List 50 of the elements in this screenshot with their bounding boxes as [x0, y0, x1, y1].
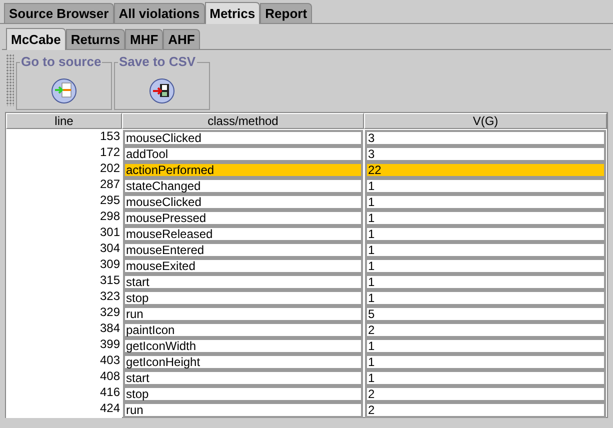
table-cell: 1	[365, 274, 606, 290]
table-cell: 1	[365, 370, 606, 386]
table-cell: addTool	[123, 146, 363, 162]
table-cell: actionPerformed	[123, 162, 363, 178]
table-cell: mouseEntered	[123, 242, 363, 258]
toolbar-grip[interactable]	[6, 54, 14, 106]
table-cell: 1	[365, 210, 606, 226]
floppy-disk-icon	[149, 78, 175, 104]
table-cell: 1	[365, 226, 606, 242]
tab[interactable]: Source Browser	[4, 3, 114, 23]
table-cell: paintIcon	[123, 322, 363, 338]
table-cell: 2	[365, 402, 606, 418]
tab[interactable]: MHF	[124, 29, 164, 49]
table-cell: run	[123, 402, 363, 418]
table-cell: 1	[365, 178, 606, 194]
table-cell: 1	[365, 290, 606, 306]
table-cell: 22	[365, 162, 606, 178]
table-cell: start	[123, 274, 363, 290]
table-cell: mouseClicked	[123, 130, 363, 146]
tab[interactable]: AHF	[163, 29, 200, 49]
table-cell: mouseReleased	[123, 226, 363, 242]
table-cell: 3	[365, 130, 606, 146]
tab[interactable]: All violations	[114, 3, 205, 23]
table-cell: 5	[365, 306, 606, 322]
table-cell: getIconHeight	[123, 354, 363, 370]
tab[interactable]: Returns	[66, 29, 125, 49]
table-cell: mouseExited	[123, 258, 363, 274]
table-cell: 424	[6, 401, 122, 419]
table-cell: mousePressed	[123, 210, 363, 226]
table-cell: getIconWidth	[123, 338, 363, 354]
table-cell: mouseClicked	[123, 194, 363, 210]
table-cell: 1	[365, 242, 606, 258]
column-header[interactable]: line	[6, 113, 122, 129]
table-cell: 3	[365, 146, 606, 162]
table-cell: stop	[123, 386, 363, 402]
column-header[interactable]: class/method	[122, 113, 364, 129]
table-cell: 2	[365, 322, 606, 338]
table-cell: stop	[123, 290, 363, 306]
table-cell: 2	[365, 386, 606, 402]
column-header[interactable]: V(G)	[364, 113, 607, 129]
tab[interactable]: Report	[260, 3, 312, 23]
table-cell: stateChanged	[123, 178, 363, 194]
tab[interactable]: McCabe	[6, 28, 66, 50]
table-cell: 1	[365, 354, 606, 370]
table-cell: run	[123, 306, 363, 322]
tab[interactable]: Metrics	[204, 2, 260, 24]
table-cell: 1	[365, 194, 606, 210]
table-cell: 1	[365, 338, 606, 354]
table-cell: start	[123, 370, 363, 386]
table-cell: 1	[365, 258, 606, 274]
